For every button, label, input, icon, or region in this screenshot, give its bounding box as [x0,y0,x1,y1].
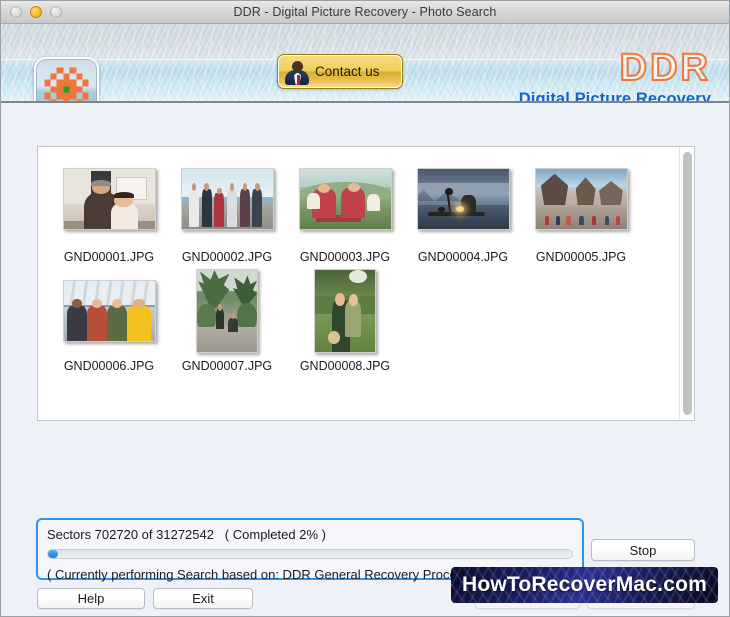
photo-thumbnail[interactable] [62,280,156,342]
contact-us-label: Contact us [315,64,380,79]
checkerboard-flower-icon [44,67,89,101]
photo-thumbnail[interactable] [62,168,156,230]
photo-filename: GND00001.JPG [63,250,155,264]
list-item[interactable]: GND00008.JPG [286,269,404,373]
brand-subtitle: Digital Picture Recovery [518,90,711,103]
photo-filename: GND00002.JPG [181,250,273,264]
progress-bar-fill [48,550,59,558]
list-item[interactable]: GND00007.JPG [168,269,286,373]
watermark-text: HowToRecoverMac.com [462,573,707,596]
photo-filename: GND00006.JPG [63,359,155,373]
list-item[interactable]: GND00001.JPG [50,157,168,264]
help-button[interactable]: Help [37,588,145,609]
window-title: DDR - Digital Picture Recovery - Photo S… [233,5,497,19]
photo-grid: GND00001.JPG GND00002.JPG GND00003.JPG G… [38,147,679,420]
brand-title: DDR [619,47,711,89]
photo-thumbnail[interactable] [196,269,258,353]
list-item[interactable]: GND00005.JPG [522,157,640,264]
photo-filename: GND00005.JPG [535,250,627,264]
application-window: DDR - Digital Picture Recovery - Photo S… [0,0,730,617]
photo-grid-row: GND00006.JPG GND00007.JPG GND00008.JPG [50,269,675,373]
photo-thumbnail[interactable] [534,168,628,230]
photo-filename: GND00004.JPG [417,250,509,264]
list-item[interactable]: GND00004.JPG [404,157,522,264]
photo-thumbnail[interactable] [416,168,510,230]
stop-button[interactable]: Stop [591,539,695,561]
photo-filename: GND00007.JPG [181,359,273,373]
photo-filename: GND00008.JPG [299,359,391,373]
window-titlebar: DDR - Digital Picture Recovery - Photo S… [1,1,729,24]
progress-bar [47,549,573,559]
list-item[interactable]: GND00002.JPG [168,157,286,264]
photo-thumbnail[interactable] [314,269,376,353]
main-content: GND00001.JPG GND00002.JPG GND00003.JPG G… [1,103,729,616]
app-logo-icon [34,57,99,101]
photo-grid-row: GND00001.JPG GND00002.JPG GND00003.JPG G… [50,157,675,264]
list-item[interactable]: GND00006.JPG [50,269,168,373]
watermark-badge: HowToRecoverMac.com [451,567,718,603]
photo-thumbnail[interactable] [180,168,274,230]
app-header: Contact us DDR Digital Picture Recovery [1,24,729,103]
vertical-scrollbar[interactable] [679,147,694,420]
progress-status-text: Sectors 702720 of 31272542 ( Completed 2… [47,527,326,542]
recovered-photos-panel: GND00001.JPG GND00002.JPG GND00003.JPG G… [37,146,695,421]
scrollbar-thumb[interactable] [683,152,692,415]
photo-filename: GND00003.JPG [299,250,391,264]
contact-us-button[interactable]: Contact us [277,54,403,89]
exit-button[interactable]: Exit [153,588,253,609]
brand-block: DDR Digital Picture Recovery [518,47,711,103]
list-item[interactable]: GND00003.JPG [286,157,404,264]
photo-thumbnail[interactable] [298,168,392,230]
person-in-suit-icon [283,58,311,86]
